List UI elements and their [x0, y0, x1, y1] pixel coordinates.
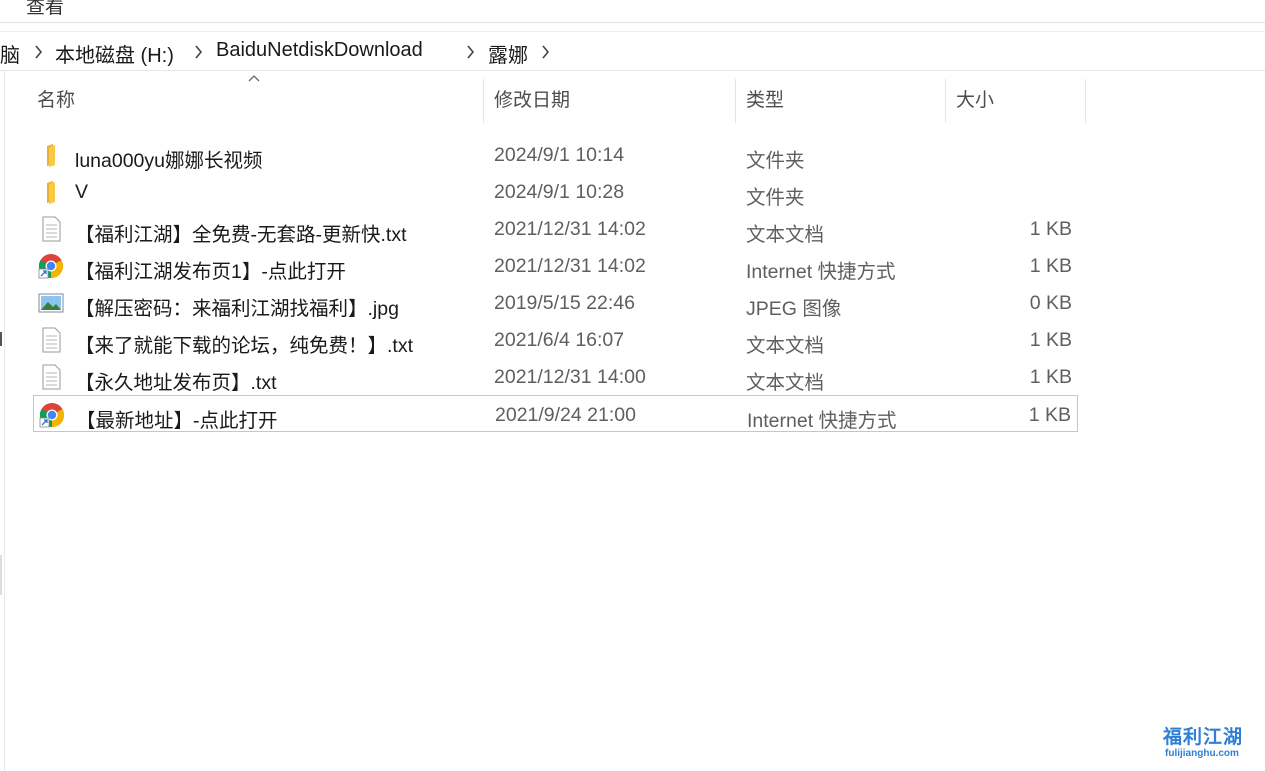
chrome-shortcut-icon [38, 254, 64, 279]
file-date: 2019/5/15 22:46 [494, 292, 635, 314]
text-file-icon [42, 364, 61, 390]
file-name: 【永久地址发布页】.txt [75, 372, 277, 394]
column-header-name[interactable]: 名称 [27, 79, 483, 123]
watermark-logo: 福利江湖 fulijianghu.com [1163, 716, 1259, 766]
navigation-pane-edge [4, 70, 5, 771]
chevron-right-icon[interactable] [194, 45, 203, 59]
file-type: 文本文档 [746, 372, 825, 394]
column-header-date[interactable]: 修改日期 [484, 79, 735, 123]
chevron-right-icon[interactable] [466, 45, 475, 59]
file-row[interactable]: luna000yu娜娜长视频 2024/9/1 10:14 文件夹 [33, 136, 1078, 173]
file-type: Internet 快捷方式 [747, 410, 897, 432]
file-name: 【解压密码：来福利江湖找福利】.jpg [75, 298, 399, 320]
breadcrumb-item-download-folder[interactable]: BaiduNetdiskDownload [216, 39, 423, 62]
file-size: 1 KB [1029, 329, 1072, 351]
column-divider[interactable] [1085, 79, 1086, 123]
file-name: luna000yu娜娜长视频 [75, 150, 263, 172]
file-row-selected[interactable]: 【最新地址】-点此打开 2021/9/24 21:00 Internet 快捷方… [33, 395, 1078, 432]
navigation-pane-scrollbar[interactable] [0, 555, 2, 595]
file-date: 2021/6/4 16:07 [494, 329, 625, 351]
breadcrumb-item-this-pc[interactable]: 脑 [0, 39, 20, 68]
folder-icon [47, 144, 55, 167]
watermark-title: 福利江湖 [1163, 727, 1244, 748]
file-type: JPEG 图像 [746, 298, 842, 320]
chevron-right-icon[interactable] [541, 45, 550, 59]
file-size: 1 KB [1029, 366, 1072, 388]
file-type: 文件夹 [746, 150, 805, 172]
file-type: Internet 快捷方式 [746, 261, 896, 283]
file-row[interactable]: V 2024/9/1 10:28 文件夹 [33, 173, 1078, 210]
view-tab[interactable]: 查看 [26, 0, 64, 19]
file-name: 【来了就能下载的论坛，纯免费！】.txt [75, 335, 414, 357]
folder-icon [47, 181, 55, 204]
file-date: 2021/12/31 14:00 [494, 366, 646, 388]
file-date: 2024/9/1 10:14 [494, 144, 625, 166]
file-date: 2021/9/24 21:00 [495, 404, 636, 426]
file-date: 2024/9/1 10:28 [494, 181, 625, 203]
text-file-icon [42, 216, 61, 242]
breadcrumb[interactable]: 脑 本地磁盘 (H:) BaiduNetdiskDownload 露娜 [0, 31, 1265, 71]
ribbon-divider [0, 22, 1265, 23]
chrome-shortcut-icon [39, 403, 65, 428]
text-file-icon [42, 327, 61, 353]
file-size: 0 KB [1029, 292, 1072, 314]
file-row[interactable]: 【福利江湖】全免费-无套路-更新快.txt 2021/12/31 14:02 文… [33, 210, 1078, 247]
file-size: 1 KB [1028, 404, 1071, 426]
file-date: 2021/12/31 14:02 [494, 255, 646, 277]
file-date: 2021/12/31 14:02 [494, 218, 646, 240]
file-size: 1 KB [1029, 255, 1072, 277]
file-row[interactable]: 【永久地址发布页】.txt 2021/12/31 14:00 文本文档 1 KB [33, 358, 1078, 395]
file-type: 文本文档 [746, 335, 825, 357]
file-type: 文件夹 [746, 187, 805, 209]
column-header-size[interactable]: 大小 [946, 79, 1085, 123]
breadcrumb-item-drive[interactable]: 本地磁盘 (H:) [55, 39, 174, 68]
file-size: 1 KB [1029, 218, 1072, 240]
file-name: V [75, 181, 89, 203]
file-name: 【福利江湖】全免费-无套路-更新快.txt [75, 224, 407, 246]
file-name: 【最新地址】-点此打开 [76, 410, 278, 432]
file-row[interactable]: 【福利江湖发布页1】-点此打开 2021/12/31 14:02 Interne… [33, 247, 1078, 284]
chevron-right-icon[interactable] [34, 45, 43, 59]
file-row[interactable]: 【解压密码：来福利江湖找福利】.jpg 2019/5/15 22:46 JPEG… [33, 284, 1078, 321]
image-file-icon [38, 293, 64, 313]
column-header-type[interactable]: 类型 [736, 79, 945, 123]
file-row[interactable]: 【来了就能下载的论坛，纯免费！】.txt 2021/6/4 16:07 文本文档… [33, 321, 1078, 358]
breadcrumb-item-current-folder[interactable]: 露娜 [488, 39, 528, 68]
navigation-pane-marker [0, 332, 2, 346]
file-name: 【福利江湖发布页1】-点此打开 [75, 261, 346, 283]
watermark-site: fulijianghu.com [1165, 748, 1239, 759]
file-type: 文本文档 [746, 224, 825, 246]
